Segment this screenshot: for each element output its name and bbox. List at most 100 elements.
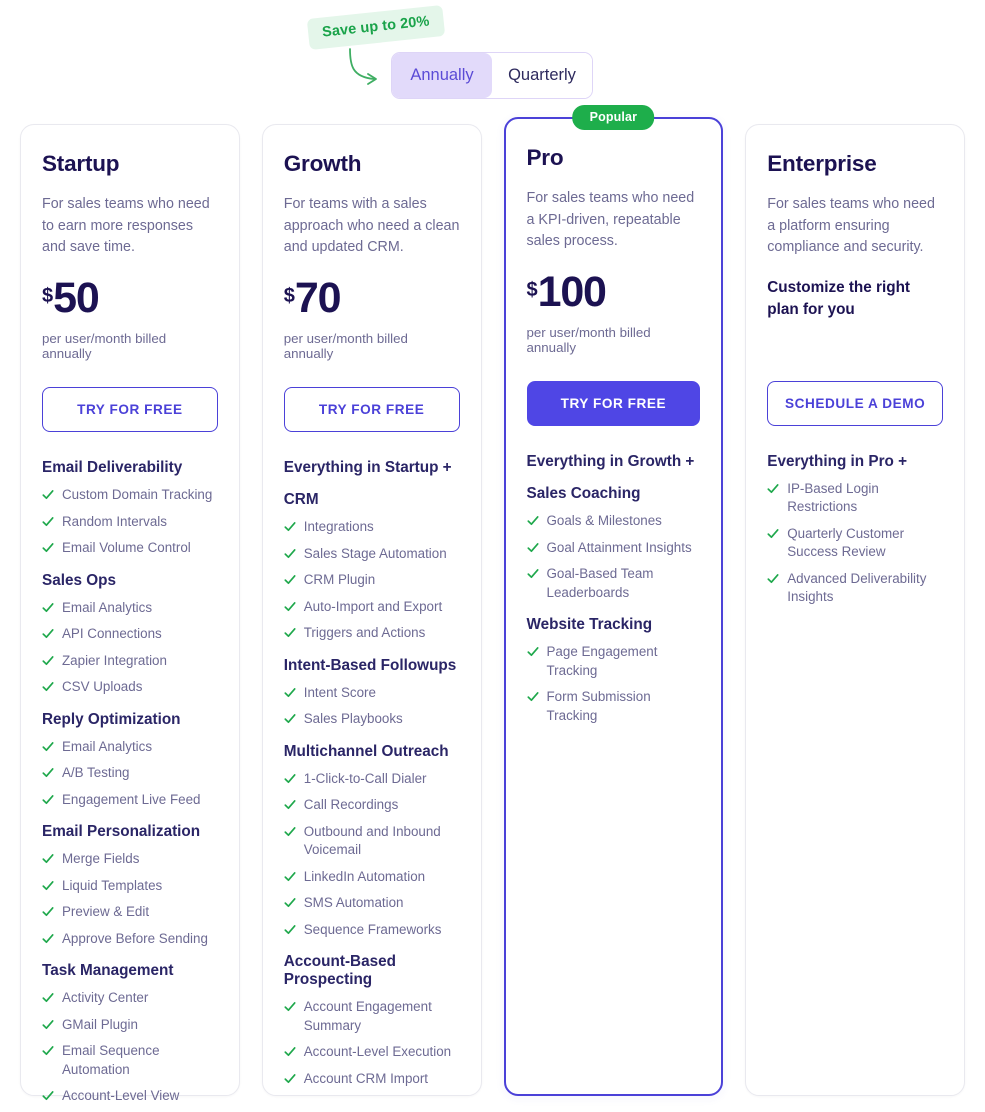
feature-item: Engagement Live Feed <box>42 791 218 810</box>
plan-name: Enterprise <box>767 151 943 177</box>
check-icon <box>284 799 296 811</box>
cta-button-enterprise[interactable]: SCHEDULE A DEMO <box>767 381 943 426</box>
plan-description: For sales teams who need a KPI-driven, r… <box>527 188 701 253</box>
feature-list: Page Engagement Tracking Form Submission … <box>527 643 701 725</box>
check-icon <box>527 646 539 658</box>
feature-item: Form Submission Tracking <box>527 688 701 725</box>
feature-item: Sequence Frameworks <box>284 921 460 940</box>
feature-label: API Connections <box>62 625 162 644</box>
feature-label: GMail Plugin <box>62 1016 138 1035</box>
check-icon <box>284 521 296 533</box>
cta-button-startup[interactable]: TRY FOR FREE <box>42 387 218 432</box>
check-icon <box>42 1090 54 1102</box>
feature-list: 1-Click-to-Call DialerCall RecordingsOut… <box>284 770 460 940</box>
check-icon <box>284 627 296 639</box>
plan-description: For sales teams who need a platform ensu… <box>767 194 943 259</box>
feature-label: Liquid Templates <box>62 877 162 896</box>
pricing-card-enterprise: Enterprise For sales teams who need a pla… <box>745 124 965 1096</box>
feature-label: Email Analytics <box>62 599 152 618</box>
feature-group-title: CRM <box>284 491 460 509</box>
feature-label: Random Intervals <box>62 513 167 532</box>
feature-item: Goal-Based Team Leaderboards <box>527 565 701 602</box>
feature-item: Sales Stage Automation <box>284 545 460 564</box>
feature-label: Call Recordings <box>304 796 399 815</box>
check-icon <box>284 826 296 838</box>
feature-group-title: Account-Based Prospecting <box>284 953 460 989</box>
check-icon <box>42 933 54 945</box>
feature-list: IP-Based Login Restrictions Quarterly Cus… <box>767 480 943 607</box>
pricing-cards: StartupFor sales teams who need to earn … <box>20 124 965 1096</box>
check-icon <box>42 655 54 667</box>
feature-label: SMS Automation <box>304 894 404 913</box>
feature-item: Merge Fields <box>42 850 218 869</box>
price-value: 70 <box>295 277 340 320</box>
feature-label: Page Engagement Tracking <box>547 643 701 680</box>
check-icon <box>527 542 539 554</box>
feature-item: Goal Attainment Insights <box>527 539 701 558</box>
check-icon <box>42 853 54 865</box>
check-icon <box>42 992 54 1004</box>
price-note: per user/month billed annually <box>527 325 701 355</box>
feature-item: Call Recordings <box>284 796 460 815</box>
feature-label: Account Engagement Summary <box>304 998 460 1035</box>
plan-price: $50 <box>42 277 218 320</box>
features-intro-heading: Everything in Pro + <box>767 453 943 471</box>
feature-item: SMS Automation <box>284 894 460 913</box>
check-icon <box>767 573 779 585</box>
feature-label: IP-Based Login Restrictions <box>787 480 943 517</box>
feature-label: Email Sequence Automation <box>62 1042 218 1079</box>
toggle-option-annually[interactable]: Annually <box>392 53 492 98</box>
check-icon <box>767 528 779 540</box>
check-icon <box>284 897 296 909</box>
feature-item: Email Volume Control <box>42 539 218 558</box>
cta-button-pro[interactable]: TRY FOR FREE <box>527 381 701 426</box>
feature-item: Account Engagement Summary <box>284 998 460 1035</box>
check-icon <box>284 871 296 883</box>
feature-label: Goal-Based Team Leaderboards <box>547 565 701 602</box>
plan-price: $100 <box>527 271 701 314</box>
feature-item: Random Intervals <box>42 513 218 532</box>
feature-item: Email Analytics <box>42 599 218 618</box>
feature-label: Account-Level View <box>62 1087 179 1106</box>
feature-label: Engagement Live Feed <box>62 791 200 810</box>
feature-label: LinkedIn Automation <box>304 868 425 887</box>
feature-label: Triggers and Actions <box>304 624 426 643</box>
toggle-option-quarterly[interactable]: Quarterly <box>492 53 592 98</box>
features-intro-heading: Everything in Growth + <box>527 453 701 471</box>
feature-item: 1-Click-to-Call Dialer <box>284 770 460 789</box>
feature-group-title: Multichannel Outreach <box>284 743 460 761</box>
feature-list: Email Analytics A/B Testing Engagement Liv… <box>42 738 218 810</box>
feature-group-title: Email Personalization <box>42 823 218 841</box>
plan-name: Startup <box>42 151 218 177</box>
feature-label: Account-Level Execution <box>304 1043 451 1062</box>
feature-group-title: Intent-Based Followups <box>284 657 460 675</box>
check-icon <box>42 681 54 693</box>
check-icon <box>767 483 779 495</box>
feature-label: Quarterly Customer Success Review <box>787 525 943 562</box>
feature-item: A/B Testing <box>42 764 218 783</box>
feature-group-title: Website Tracking <box>527 616 701 634</box>
feature-group-title: Sales Coaching <box>527 485 701 503</box>
check-icon <box>42 767 54 779</box>
save-badge: Save up to 20% <box>307 5 445 50</box>
feature-item: GMail Plugin <box>42 1016 218 1035</box>
feature-list: Goals & Milestones Goal Attainment Insigh… <box>527 512 701 602</box>
check-icon <box>42 906 54 918</box>
feature-item: Triggers and Actions <box>284 624 460 643</box>
billing-period-toggle[interactable]: Annually Quarterly <box>391 52 593 99</box>
feature-label: Account CRM Import <box>304 1070 428 1089</box>
feature-label: Email Volume Control <box>62 539 191 558</box>
cta-button-growth[interactable]: TRY FOR FREE <box>284 387 460 432</box>
feature-item: Activity Center <box>42 989 218 1008</box>
feature-label: Custom Domain Tracking <box>62 486 212 505</box>
feature-label: Goals & Milestones <box>547 512 662 531</box>
feature-list: Merge FieldsLiquid TemplatesPreview & Ed… <box>42 850 218 948</box>
feature-label: Sales Playbooks <box>304 710 403 729</box>
feature-label: Sales Stage Automation <box>304 545 447 564</box>
feature-group-title: Sales Ops <box>42 572 218 590</box>
feature-label: Email Analytics <box>62 738 152 757</box>
feature-item: API Connections <box>42 625 218 644</box>
feature-item: Goals & Milestones <box>527 512 701 531</box>
plan-price: $70 <box>284 277 460 320</box>
feature-label: A/B Testing <box>62 764 130 783</box>
